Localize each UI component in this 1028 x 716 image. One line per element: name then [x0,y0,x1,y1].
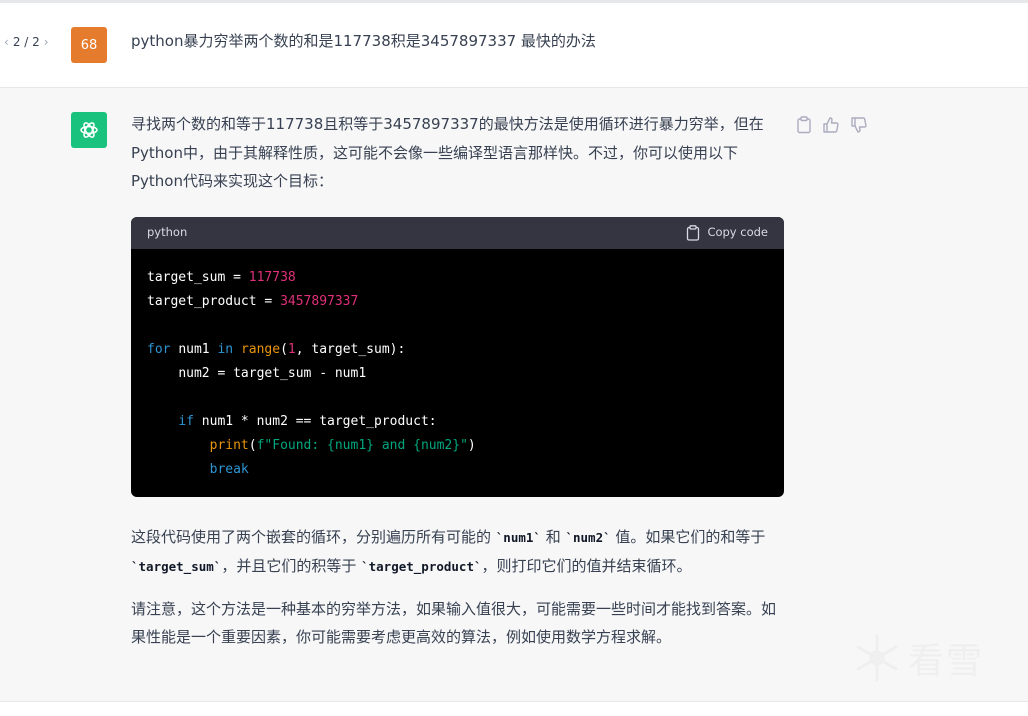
chevron-left-icon[interactable]: ‹ [4,35,9,49]
copy-code-button[interactable]: Copy code [686,218,768,247]
code-content: target_sum = 117738 target_product = 345… [147,269,476,477]
openai-logo-icon [80,122,98,138]
user-avatar: 68 [71,27,107,63]
clipboard-icon [687,224,700,241]
thumbs-up-icon[interactable] [822,116,840,134]
pager-label: 2 / 2 [12,35,40,49]
thumbs-down-icon[interactable] [850,116,868,134]
user-message-row: ‹ 2 / 2 › 68 python暴力穷举两个数的和是117738积是345… [0,3,1028,88]
snowflake-icon [856,634,898,682]
response-pager: ‹ 2 / 2 › [4,35,49,49]
code-block: python Copy code target_sum = 117738 tar… [131,216,784,497]
watermark-text: 看雪 [908,641,985,682]
copy-code-label: Copy code [707,225,768,240]
copy-icon[interactable] [796,116,812,134]
bottom-divider [0,701,1028,702]
assistant-answer: 寻找两个数的和等于117738且积等于3457897337的最快方法是使用循环进… [131,110,785,652]
answer-explanation: 这段代码使用了两个嵌套的循环，分别遍历所有可能的 `num1` 和 `num2`… [131,527,766,576]
code-language: python [147,225,188,240]
assistant-message-row: 寻找两个数的和等于117738且积等于3457897337的最快方法是使用循环进… [0,88,1028,702]
watermark: 看雪 [852,632,984,684]
assistant-avatar [71,112,107,148]
chevron-right-icon[interactable]: › [44,35,49,49]
message-actions [796,116,868,134]
answer-note: 请注意，这个方法是一种基本的穷举方法，如果输入值很大，可能需要一些时间才能找到答… [131,599,777,647]
code-header: python Copy code [131,216,784,249]
answer-intro: 寻找两个数的和等于117738且积等于3457897337的最快方法是使用循环进… [131,115,764,190]
user-prompt-text: python暴力穷举两个数的和是117738积是3457897337 最快的办法 [131,32,596,50]
